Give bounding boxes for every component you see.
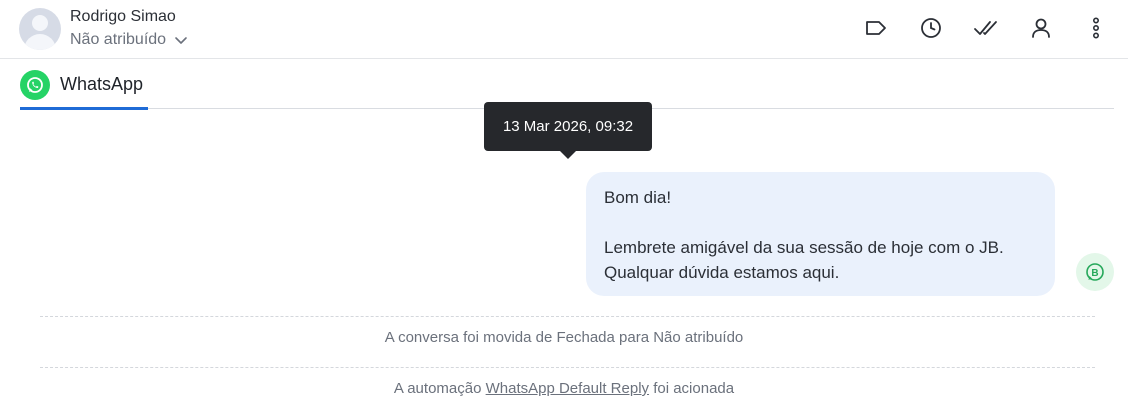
activity-message: A conversa foi movida de Fechada para Nã… [384, 329, 744, 346]
resolve-button[interactable] [972, 14, 1000, 42]
activity-divider [40, 316, 1095, 317]
whatsapp-business-icon: B [1086, 263, 1104, 281]
message-line: Bom dia! [604, 188, 672, 207]
conversation-view: Rodrigo Simao Não atribuído WhatsApp 13 … [0, 0, 1128, 413]
label-icon [866, 21, 886, 35]
assign-agent-button[interactable] [1027, 14, 1055, 42]
user-icon [1032, 18, 1050, 38]
tab-whatsapp[interactable]: WhatsApp [20, 60, 148, 110]
active-tab-indicator [20, 107, 148, 110]
automation-link[interactable]: WhatsApp Default Reply [486, 380, 649, 397]
badge-letter: B [1091, 268, 1098, 279]
label-button[interactable] [862, 14, 890, 42]
resolve-icon [974, 21, 997, 35]
activity-message: A automação WhatsApp Default Reply foi a… [0, 380, 1128, 397]
message-line: Lembrete amigável da sua sessão de hoje … [604, 238, 1004, 257]
conversation-header: Rodrigo Simao Não atribuído [0, 0, 1128, 59]
snooze-icon [921, 18, 941, 38]
tab-label: WhatsApp [60, 74, 144, 94]
message-paragraph-gap [604, 210, 1037, 235]
activity-divider [40, 367, 1095, 368]
avatar[interactable] [19, 8, 61, 50]
avatar-body-shape [24, 34, 56, 50]
timestamp-tooltip: 13 Mar 2026, 09:32 [484, 102, 652, 159]
more-vertical-icon [1093, 17, 1100, 39]
header-actions [835, 14, 1110, 42]
more-options-button[interactable] [1082, 14, 1110, 42]
avatar-head-shape [32, 15, 48, 31]
whatsapp-icon [20, 69, 50, 100]
contact-name[interactable]: Rodrigo Simao [70, 8, 176, 26]
activity-text: A automação [393, 380, 486, 397]
bot-sender-avatar[interactable]: B [1076, 253, 1114, 291]
tooltip-text: 13 Mar 2026, 09:32 [502, 118, 634, 135]
activity-text: foi acionada [649, 380, 735, 397]
chevron-down-icon [175, 37, 187, 44]
assignee-dropdown[interactable]: Não atribuído [70, 30, 188, 50]
outgoing-message-bubble[interactable]: Bom dia! Lembrete amigável da sua sessão… [586, 172, 1055, 296]
snooze-button[interactable] [917, 14, 945, 42]
message-line: Qualquar dúvida estamos aqui. [604, 263, 840, 282]
assignee-label: Não atribuído [70, 31, 167, 48]
